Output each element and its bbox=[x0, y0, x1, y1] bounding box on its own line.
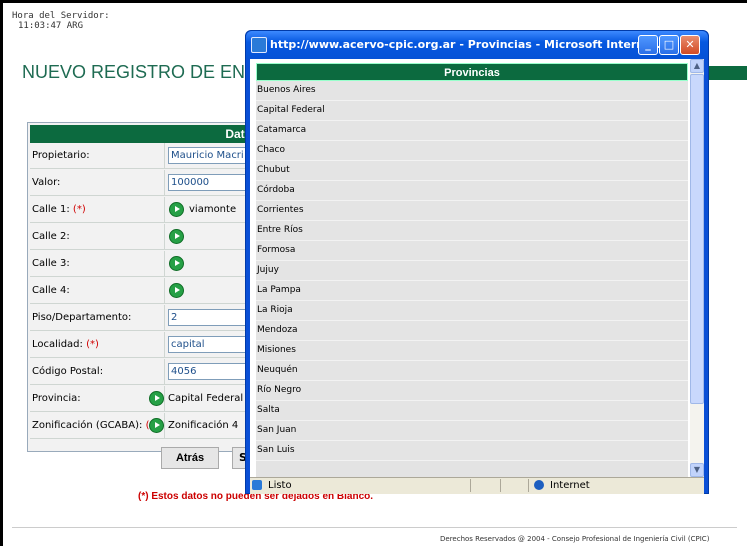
street-value: viamonte bbox=[189, 204, 237, 215]
field-label: Valor: bbox=[32, 177, 60, 188]
form-row: Valor: bbox=[30, 170, 260, 196]
select-street-icon[interactable] bbox=[169, 229, 184, 244]
form-row: Propietario: bbox=[30, 143, 260, 169]
form-row: Calle 2: bbox=[30, 224, 260, 250]
field-label-text: Zonificación (GCABA): bbox=[32, 420, 143, 431]
province-item[interactable]: Córdoba bbox=[256, 181, 688, 201]
form-row: Calle 4: bbox=[30, 278, 260, 304]
field-label: Calle 3: bbox=[32, 258, 70, 269]
footer-copyright: Derechos Reservados @ 2004 - Consejo Pro… bbox=[440, 535, 710, 543]
page-status-icon bbox=[252, 480, 262, 490]
popup-title: http://www.acervo-cpic.org.ar - Provinci… bbox=[270, 38, 670, 51]
province-item[interactable]: Río Negro bbox=[256, 381, 688, 401]
province-item[interactable]: Chubut bbox=[256, 161, 688, 181]
form-row: Provincia: Capital Federal bbox=[30, 386, 260, 412]
status-divider bbox=[500, 479, 501, 492]
field-label-text: Calle 4: bbox=[32, 285, 70, 296]
status-text: Listo bbox=[268, 480, 292, 491]
page-title: NUEVO REGISTRO DE ENC bbox=[22, 62, 259, 82]
internet-zone-icon bbox=[534, 480, 544, 490]
select-street-icon[interactable] bbox=[169, 256, 184, 271]
server-time-value: 11:03:47 ARG bbox=[18, 21, 84, 31]
field-label-text: Calle 3: bbox=[32, 258, 70, 269]
field-label-text: Calle 1: bbox=[32, 204, 70, 215]
scrollbar-thumb[interactable] bbox=[690, 74, 704, 404]
province-item[interactable]: Buenos Aires bbox=[256, 81, 688, 101]
province-item[interactable]: Misiones bbox=[256, 341, 688, 361]
frame-left-border bbox=[0, 0, 3, 546]
provinces-list: Buenos Aires Capital Federal Catamarca Chac… bbox=[256, 81, 688, 477]
status-bar: Listo Internet bbox=[250, 477, 704, 494]
field-label: Localidad: (*) bbox=[32, 339, 99, 350]
province-item[interactable]: Entre Ríos bbox=[256, 221, 688, 241]
vertical-scrollbar[interactable]: ▲ ▼ bbox=[690, 59, 704, 477]
form-row: Piso/Departamento: bbox=[30, 305, 260, 331]
field-label: Propietario: bbox=[32, 150, 90, 161]
field-label: Zonificación (GCABA): (*) bbox=[32, 420, 158, 431]
status-divider bbox=[470, 479, 471, 492]
province-item[interactable]: San Luis bbox=[256, 441, 688, 461]
select-street-icon[interactable] bbox=[169, 283, 184, 298]
form-row: Calle 1: (*) viamonte bbox=[30, 197, 260, 223]
field-label-text: Provincia: bbox=[32, 393, 81, 404]
frame-top-border bbox=[0, 0, 747, 3]
form-header: Dato bbox=[30, 125, 260, 143]
required-marker: (*) bbox=[72, 204, 86, 215]
popup-titlebar[interactable]: http://www.acervo-cpic.org.ar - Provinci… bbox=[246, 31, 708, 59]
form-row: Código Postal: bbox=[30, 359, 260, 385]
close-button[interactable]: ✕ bbox=[680, 35, 700, 55]
province-item[interactable]: Jujuy bbox=[256, 261, 688, 281]
selected-value: Zonificación 4 bbox=[168, 420, 239, 431]
scroll-down-icon[interactable]: ▼ bbox=[690, 463, 704, 477]
province-item[interactable]: Salta bbox=[256, 401, 688, 421]
field-label-text: Propietario: bbox=[32, 150, 90, 161]
back-button[interactable]: Atrás bbox=[161, 447, 219, 469]
field-label: Calle 1: (*) bbox=[32, 204, 86, 215]
field-label: Piso/Departamento: bbox=[32, 312, 131, 323]
province-item[interactable]: La Rioja bbox=[256, 301, 688, 321]
province-item[interactable]: La Pampa bbox=[256, 281, 688, 301]
province-item[interactable]: Mendoza bbox=[256, 321, 688, 341]
province-item[interactable]: Catamarca bbox=[256, 121, 688, 141]
open-list-icon[interactable] bbox=[149, 391, 164, 406]
maximize-button[interactable]: □ bbox=[659, 35, 679, 55]
selected-value: Capital Federal bbox=[168, 393, 244, 404]
footer-divider bbox=[12, 527, 737, 528]
province-item[interactable]: Chaco bbox=[256, 141, 688, 161]
province-item[interactable]: Capital Federal bbox=[256, 101, 688, 121]
field-label: Provincia: bbox=[32, 393, 81, 404]
internet-zone-label: Internet bbox=[550, 480, 590, 491]
form-row: Calle 3: bbox=[30, 251, 260, 277]
minimize-button[interactable]: _ bbox=[638, 35, 658, 55]
field-label: Calle 2: bbox=[32, 231, 70, 242]
field-label: Calle 4: bbox=[32, 285, 70, 296]
field-label-text: Valor: bbox=[32, 177, 61, 188]
ie-icon bbox=[251, 37, 267, 53]
form-row: Zonificación (GCABA): (*) Zonificación 4 bbox=[30, 413, 260, 439]
open-list-icon[interactable] bbox=[149, 418, 164, 433]
provinces-popup-window: http://www.acervo-cpic.org.ar - Provinci… bbox=[245, 30, 709, 494]
province-item[interactable]: Neuquén bbox=[256, 361, 688, 381]
required-marker: (*) bbox=[86, 339, 99, 350]
scroll-up-icon[interactable]: ▲ bbox=[690, 59, 704, 73]
provinces-header: Provincias bbox=[256, 63, 688, 81]
form-row: Localidad: (*) bbox=[30, 332, 260, 358]
select-street-icon[interactable] bbox=[169, 202, 184, 217]
field-label-text: Piso/Departamento: bbox=[32, 312, 132, 323]
province-item[interactable]: Formosa bbox=[256, 241, 688, 261]
field-label-text: Código Postal: bbox=[32, 366, 104, 377]
province-item[interactable]: San Juan bbox=[256, 421, 688, 441]
province-item[interactable]: Corrientes bbox=[256, 201, 688, 221]
field-label-text: Calle 2: bbox=[32, 231, 70, 242]
status-divider bbox=[528, 479, 529, 492]
server-time-label: Hora del Servidor: bbox=[12, 11, 110, 21]
server-time: Hora del Servidor: 11:03:47 ARG bbox=[12, 11, 110, 31]
field-label-text: Localidad: bbox=[32, 339, 83, 350]
field-label: Código Postal: bbox=[32, 366, 103, 377]
popup-content: Provincias Buenos Aires Capital Federal Ca… bbox=[250, 59, 704, 477]
